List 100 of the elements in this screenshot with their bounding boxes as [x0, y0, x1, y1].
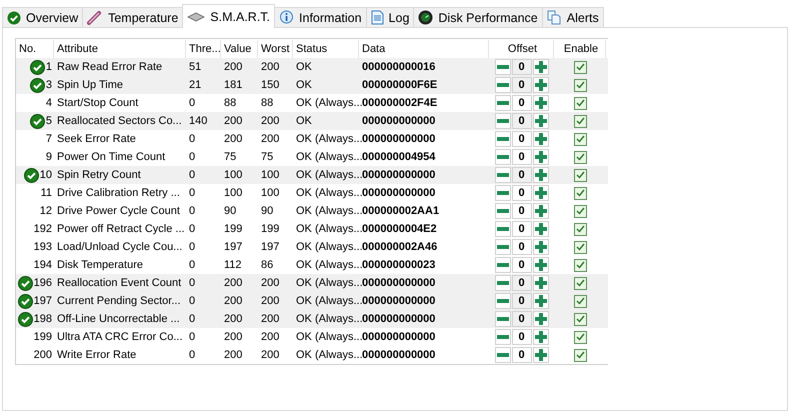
- table-row[interactable]: 199 Ultra ATA CRC Error Co... 0 200 200 OK (Always...000000000000 0: [16, 328, 608, 346]
- table-row[interactable]: 10 Spin Retry Count 0 100 100 OK (Always...000000000000 0: [16, 166, 608, 184]
- offset-field[interactable]: 0: [512, 329, 532, 345]
- checkbox[interactable]: [574, 330, 586, 344]
- increment-button[interactable]: [532, 311, 548, 327]
- tab[interactable]: Disk Performance: [413, 7, 543, 28]
- table-row[interactable]: 11 Drive Calibration Retry ... 0 100 100 OK (Always...000000000000 0: [16, 184, 608, 202]
- decrement-button[interactable]: [494, 95, 510, 111]
- increment-button[interactable]: [532, 131, 548, 147]
- table-cell-text: 200: [260, 277, 280, 289]
- offset-field[interactable]: 0: [512, 311, 532, 327]
- tab[interactable]: S.M.A.R.T.: [182, 4, 276, 28]
- table-row[interactable]: 4 Start/Stop Count 0 88 88 OK (Always...000000002F4E 0: [16, 94, 608, 112]
- offset-field[interactable]: 0: [512, 131, 532, 147]
- increment-button[interactable]: [532, 95, 548, 111]
- checkbox[interactable]: [574, 150, 586, 164]
- table-cell: 192: [34, 223, 52, 235]
- table-row[interactable]: 194 Disk Temperature 0 112 86 OK (Always...000000000023 0: [16, 256, 608, 274]
- offset-field[interactable]: 0: [512, 221, 532, 237]
- increment-button[interactable]: [532, 221, 548, 237]
- increment-button[interactable]: [532, 77, 548, 93]
- table-row[interactable]: 3 Spin Up Time 21 181 150 OK 000000000F6E 0: [16, 76, 608, 94]
- decrement-button[interactable]: [494, 77, 510, 93]
- increment-button[interactable]: [532, 293, 548, 309]
- increment-button[interactable]: [532, 203, 548, 219]
- checkbox[interactable]: [574, 186, 586, 200]
- table-row[interactable]: 198 Off-Line Uncorrectable ... 0 200 200 OK (Always...000000000000 0: [16, 310, 608, 328]
- decrement-button[interactable]: [494, 131, 510, 147]
- increment-button[interactable]: [532, 149, 548, 165]
- table-row[interactable]: 200 Write Error Rate 0 200 200 OK (Always...000000000000 0: [16, 346, 608, 364]
- offset-field[interactable]: 0: [512, 257, 532, 273]
- offset-field[interactable]: 0: [512, 203, 532, 219]
- checkbox[interactable]: [574, 276, 586, 290]
- decrement-button[interactable]: [494, 329, 510, 345]
- checkbox[interactable]: [574, 96, 586, 110]
- decrement-button[interactable]: [494, 113, 510, 129]
- checkbox[interactable]: [574, 60, 586, 74]
- checkbox[interactable]: [574, 312, 586, 326]
- decrement-button[interactable]: [494, 149, 510, 165]
- offset-field[interactable]: 0: [512, 167, 532, 183]
- offset-field[interactable]: 0: [512, 239, 532, 255]
- table-row[interactable]: 7 Seek Error Rate 0 200 200 OK (Always...000000000000 0: [16, 130, 608, 148]
- increment-button[interactable]: [532, 347, 548, 363]
- decrement-button[interactable]: [494, 347, 510, 363]
- table-row[interactable]: 196 Reallocation Event Count 0 200 200 OK (Always...000000000000 0: [16, 274, 608, 292]
- checkbox[interactable]: [574, 168, 586, 182]
- table-row[interactable]: 192 Power off Retract Cycle ... 0 199 199 OK (Always...0000000004E2 0: [16, 220, 608, 238]
- decrement-button[interactable]: [494, 293, 510, 309]
- tab[interactable]: Overview: [2, 7, 84, 28]
- offset-field[interactable]: 0: [512, 149, 532, 165]
- decrement-button[interactable]: [494, 203, 510, 219]
- decrement-button[interactable]: [494, 239, 510, 255]
- decrement-button[interactable]: [494, 185, 510, 201]
- checkbox[interactable]: [574, 114, 586, 128]
- table-cell-text: Drive Calibration Retry ...: [56, 187, 181, 199]
- checkbox[interactable]: [574, 258, 586, 272]
- table-cell-text: 88: [260, 97, 274, 109]
- decrement-button[interactable]: [494, 275, 510, 291]
- increment-button[interactable]: [532, 185, 548, 201]
- increment-button[interactable]: [532, 329, 548, 345]
- checkbox[interactable]: [574, 204, 586, 218]
- checkbox[interactable]: [574, 132, 586, 146]
- checkmark-icon: [576, 351, 584, 359]
- offset-field[interactable]: 0: [512, 95, 532, 111]
- decrement-button[interactable]: [494, 221, 510, 237]
- offset-field[interactable]: 0: [512, 185, 532, 201]
- increment-button[interactable]: [532, 167, 548, 183]
- table-row[interactable]: 197 Current Pending Sector... 0 200 200 OK (Always...000000000000 0: [16, 292, 608, 310]
- offset-field[interactable]: 0: [512, 77, 532, 93]
- tab[interactable]: Alerts: [542, 7, 604, 28]
- increment-button[interactable]: [532, 113, 548, 129]
- offset-field[interactable]: 0: [512, 275, 532, 291]
- plus-icon: [534, 133, 546, 145]
- table-cell-text: 0: [188, 349, 196, 361]
- increment-button[interactable]: [532, 59, 548, 75]
- checkbox[interactable]: [574, 348, 586, 362]
- table-row[interactable]: 5 Reallocated Sectors Co... 140 200 200 OK 000000000000 0: [16, 112, 608, 130]
- table-row[interactable]: 9 Power On Time Count 0 75 75 OK (Always...000000004954 0: [16, 148, 608, 166]
- decrement-button[interactable]: [494, 257, 510, 273]
- tab[interactable]: Information: [274, 7, 367, 28]
- increment-button[interactable]: [532, 275, 548, 291]
- checkbox[interactable]: [574, 294, 586, 308]
- decrement-button[interactable]: [494, 167, 510, 183]
- table-cell-text: 51: [188, 61, 202, 73]
- decrement-button[interactable]: [494, 59, 510, 75]
- table-row[interactable]: 12 Drive Power Cycle Count 0 90 90 OK (Always...000000002AA1 0: [16, 202, 608, 220]
- checkbox[interactable]: [574, 78, 586, 92]
- increment-button[interactable]: [532, 257, 548, 273]
- table-row[interactable]: 1 Raw Read Error Rate 51 200 200 OK 000000000016 0: [16, 58, 608, 76]
- offset-field[interactable]: 0: [512, 347, 532, 363]
- tab[interactable]: Log: [366, 7, 414, 28]
- offset-field[interactable]: 0: [512, 113, 532, 129]
- offset-field[interactable]: 0: [512, 59, 532, 75]
- decrement-button[interactable]: [494, 311, 510, 327]
- increment-button[interactable]: [532, 239, 548, 255]
- tab[interactable]: Temperature: [82, 7, 184, 28]
- checkbox[interactable]: [574, 222, 586, 236]
- table-row[interactable]: 193 Load/Unload Cycle Cou... 0 197 197 OK (Always...000000002A46 0: [16, 238, 608, 256]
- offset-field[interactable]: 0: [512, 293, 532, 309]
- checkbox[interactable]: [574, 240, 586, 254]
